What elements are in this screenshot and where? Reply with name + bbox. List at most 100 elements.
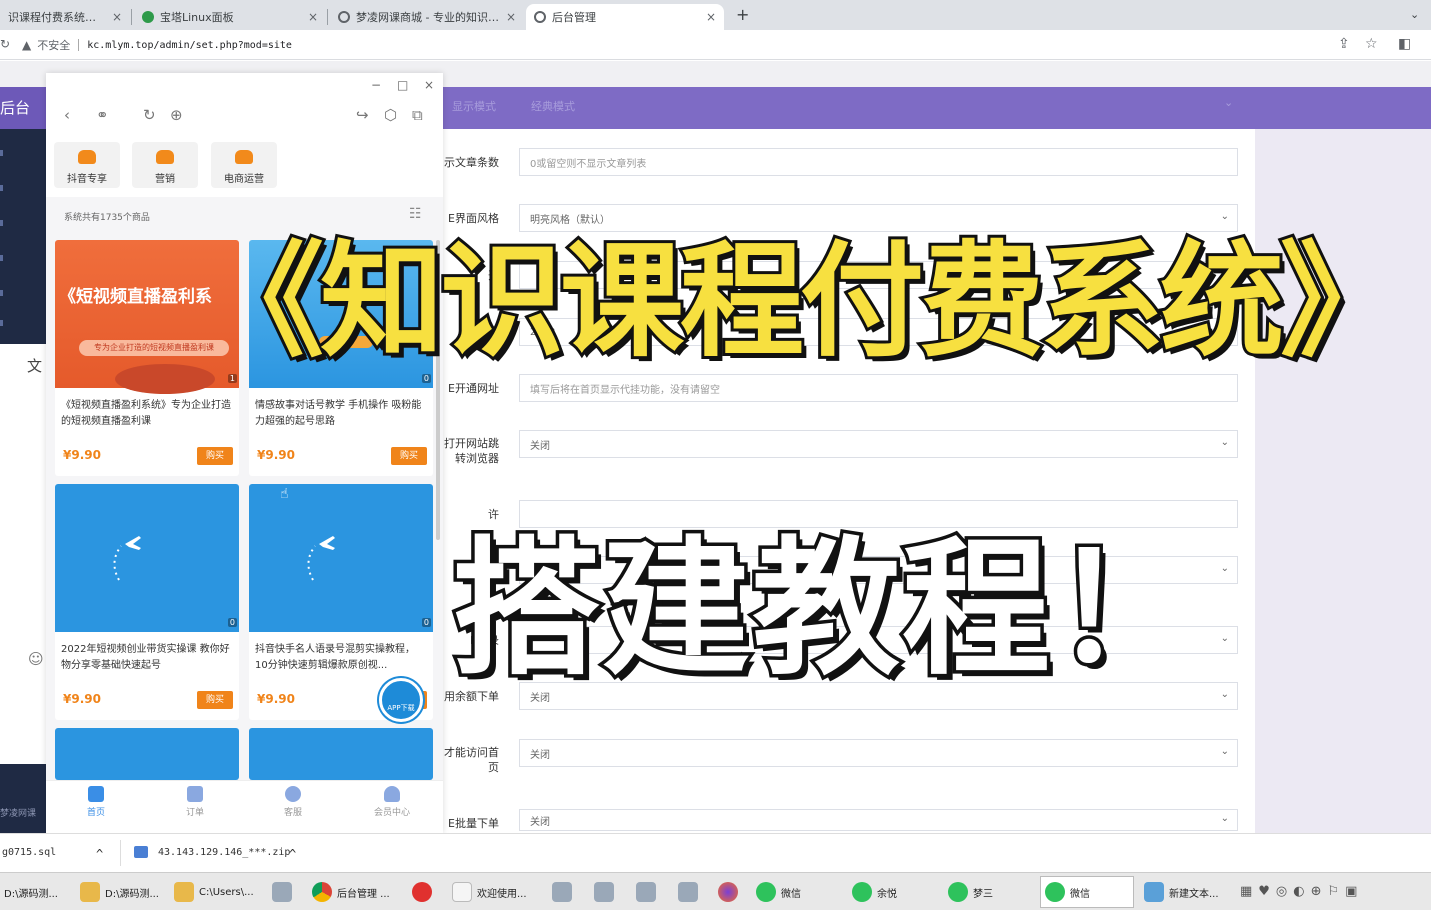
- window-icon: [678, 882, 698, 902]
- taskbar-item[interactable]: [590, 876, 624, 908]
- batch-order-select[interactable]: 关闭 ⌄: [519, 809, 1238, 831]
- category-item[interactable]: 电商运营: [211, 142, 277, 188]
- tab-title: 后台管理: [552, 11, 596, 24]
- taskbar-item[interactable]: 余悦: [848, 876, 936, 908]
- form-label: E批量下单: [448, 817, 499, 830]
- browser-tab[interactable]: 梦凌网课商城 - 专业的知识付费 ×: [330, 4, 524, 30]
- tab-search-icon[interactable]: ⌄: [1410, 8, 1419, 21]
- close-icon[interactable]: ×: [112, 10, 122, 24]
- window-icon: [636, 882, 656, 902]
- new-tab-button[interactable]: +: [736, 5, 749, 24]
- preview-toolbar: [46, 73, 443, 135]
- category-label: 电商运营: [224, 174, 264, 185]
- product-title: 抖音快手名人语录号混剪实操教程，10分钟快速剪辑爆款原创视...: [255, 644, 415, 671]
- nav-label: 客服: [283, 808, 302, 818]
- select-value[interactable]: 经典模式: [531, 98, 575, 114]
- sidebar-item[interactable]: [0, 320, 3, 326]
- taskbar-item[interactable]: D:\源码测...: [0, 876, 68, 908]
- nav-member[interactable]: 会员中心: [362, 786, 422, 818]
- link-icon[interactable]: ⚭: [96, 106, 109, 124]
- sidebar-item[interactable]: [0, 150, 3, 156]
- taskbar-item[interactable]: [714, 876, 748, 908]
- download-filename: g0715.sql: [2, 847, 57, 858]
- product-title: 《短视频直播盈利系统》专为企业打造的短视频直播盈利课: [61, 400, 231, 427]
- taskbar-item[interactable]: 新建文本...: [1140, 876, 1228, 908]
- select-value: 关闭: [530, 440, 550, 452]
- taskbar-item[interactable]: [408, 876, 440, 908]
- sidepanel-icon[interactable]: ◧: [1398, 36, 1411, 52]
- notepad-icon: [1144, 882, 1164, 902]
- taskbar-item[interactable]: 梦三: [944, 876, 1032, 908]
- chevron-up-icon[interactable]: ^: [96, 847, 103, 861]
- maximize-button[interactable]: □: [397, 78, 408, 92]
- close-icon[interactable]: ×: [308, 10, 318, 24]
- app-download-button[interactable]: APP下载: [379, 678, 423, 722]
- input-placeholder: 填写后将在首页显示代挂功能，没有请留空: [530, 384, 720, 396]
- browser-jump-select[interactable]: 关闭 ⌄: [519, 430, 1238, 458]
- close-icon[interactable]: ×: [506, 10, 516, 24]
- browser-tab[interactable]: 识课程付费系统源码-站 ×: [0, 4, 130, 30]
- taskbar-item-active[interactable]: 微信: [1040, 876, 1134, 908]
- homepage-access-select[interactable]: 关闭 ⌄: [519, 739, 1238, 767]
- input-placeholder: 0或留空则不显示文章列表: [530, 158, 647, 170]
- taskbar-item[interactable]: [674, 876, 708, 908]
- chevron-down-icon: ⌄: [1220, 746, 1229, 757]
- taskbar-item[interactable]: D:\源码测...: [76, 876, 164, 908]
- globe-icon: [338, 11, 350, 23]
- close-icon[interactable]: ×: [706, 10, 716, 24]
- system-tray-icons[interactable]: ▦♥◎◐⊕⚐▣: [1240, 884, 1363, 899]
- url-text[interactable]: kc.mlym.top/admin/set.php?mod=site: [87, 40, 292, 51]
- user-icon: [384, 786, 400, 802]
- chevron-down-icon: ⌄: [1220, 689, 1229, 700]
- taskbar-item[interactable]: 微信: [752, 876, 840, 908]
- taskbar-item[interactable]: 后台管理 ...: [308, 876, 400, 908]
- browser-tab[interactable]: 宝塔Linux面板 ×: [134, 4, 326, 30]
- product-card[interactable]: 0 2022年短视频创业带货实操课 教你好物分享零基础快速起号 ¥9.90 购买: [55, 484, 239, 720]
- headset-icon: [285, 786, 301, 802]
- nav-orders[interactable]: 订单: [165, 786, 225, 818]
- browser-tab-active[interactable]: 后台管理 ×: [526, 4, 724, 30]
- close-button[interactable]: ×: [424, 78, 434, 92]
- product-title: 情感故事对话号教学 手机操作 吸粉能力超强的起号思路: [255, 400, 422, 427]
- article-count-input[interactable]: 0或留空则不显示文章列表: [519, 148, 1238, 176]
- taskbar-item[interactable]: [268, 876, 300, 908]
- reload-icon[interactable]: ↻: [0, 37, 10, 51]
- copy-icon[interactable]: ⧉: [412, 106, 423, 124]
- sidebar-item[interactable]: [0, 255, 3, 261]
- omnibox[interactable]: ▲ 不安全 kc.mlym.top/admin/set.php?mod=site: [22, 37, 292, 53]
- bookmark-star-icon[interactable]: ☆: [1365, 36, 1378, 52]
- sidebar-item[interactable]: [0, 220, 3, 226]
- buy-button[interactable]: 购买: [197, 691, 233, 709]
- share-icon[interactable]: ↪: [356, 106, 369, 124]
- refresh-icon[interactable]: ↻: [143, 106, 156, 124]
- product-card[interactable]: [55, 728, 239, 780]
- overlay-title: 《知识课程付费系统》: [197, 227, 1407, 377]
- taskbar-label: 欢迎使用...: [477, 888, 527, 900]
- sidebar-title: 后台: [0, 87, 46, 129]
- nav-label: 首页: [86, 808, 105, 818]
- taskbar-item[interactable]: 欢迎使用...: [448, 876, 540, 908]
- back-icon[interactable]: ‹: [64, 106, 70, 124]
- download-item[interactable]: g0715.sql: [2, 847, 56, 858]
- airplane-icon: [307, 536, 335, 581]
- globe-icon[interactable]: ⊕: [170, 106, 183, 124]
- minimize-button[interactable]: −: [371, 78, 381, 92]
- chevron-up-icon[interactable]: ^: [289, 847, 296, 861]
- share-icon[interactable]: ⇪: [1338, 36, 1350, 52]
- download-item[interactable]: 43.143.129.146_***.zip: [158, 847, 290, 858]
- cube-icon[interactable]: ⬡: [384, 106, 397, 124]
- taskbar-item[interactable]: [632, 876, 666, 908]
- nav-home[interactable]: 首页: [66, 786, 126, 818]
- buy-button[interactable]: 购买: [391, 447, 427, 465]
- nav-service[interactable]: 客服: [263, 786, 323, 818]
- category-item[interactable]: 营销: [132, 142, 198, 188]
- orders-icon: [187, 786, 203, 802]
- category-item[interactable]: 抖音专享: [54, 142, 120, 188]
- smile-icon[interactable]: ☺: [28, 650, 44, 668]
- sidebar-item[interactable]: [0, 185, 3, 191]
- taskbar-item[interactable]: [548, 876, 582, 908]
- sidebar-item[interactable]: [0, 290, 3, 296]
- product-card[interactable]: [249, 728, 433, 780]
- taskbar-item[interactable]: C:\Users\...: [170, 876, 260, 908]
- buy-button[interactable]: 购买: [197, 447, 233, 465]
